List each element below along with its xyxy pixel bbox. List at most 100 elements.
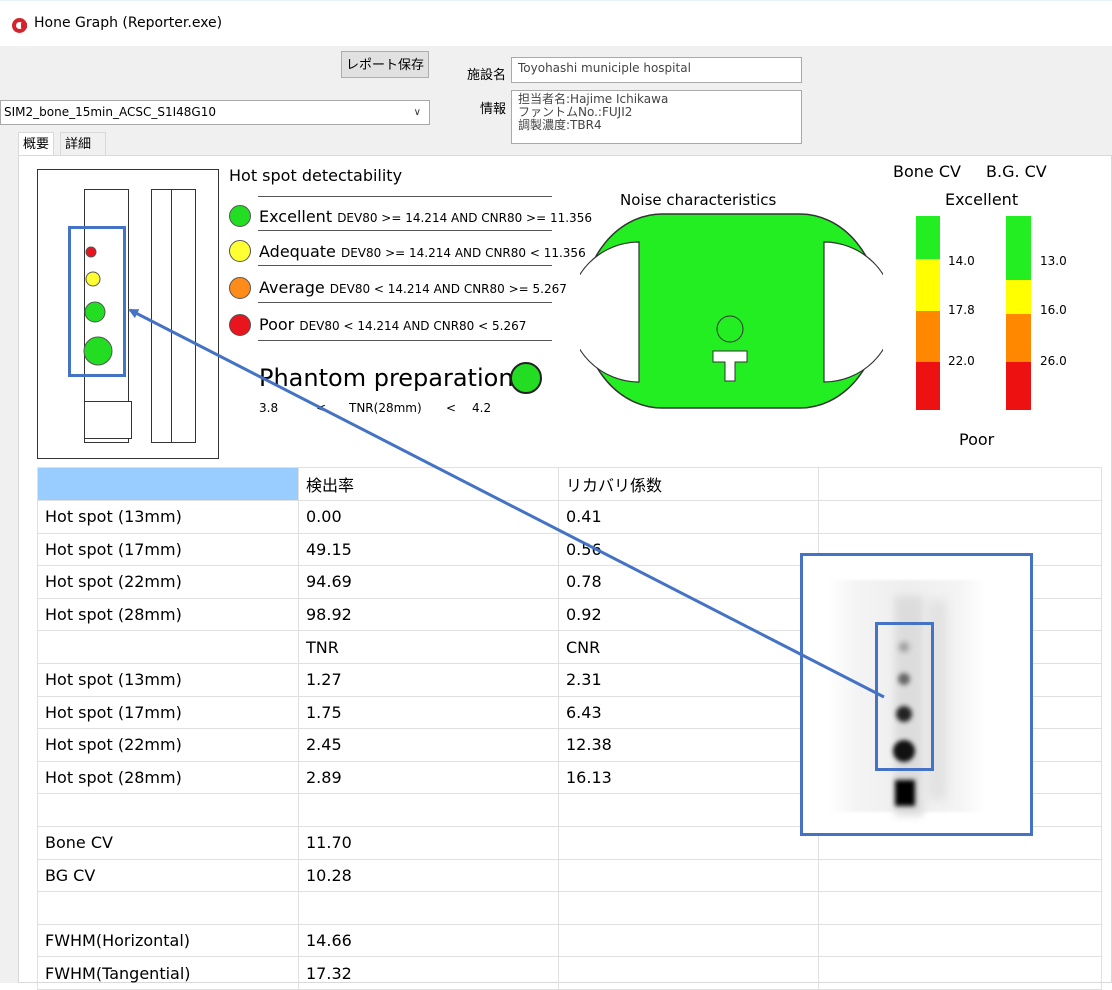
legend-divider bbox=[258, 230, 552, 231]
table-cell[interactable] bbox=[558, 793, 819, 827]
bg-threshold-3: 26.0 bbox=[1040, 354, 1067, 368]
table-cell[interactable] bbox=[298, 891, 559, 925]
legend-divider bbox=[258, 196, 552, 197]
scale-bottom-label: Poor bbox=[959, 430, 995, 449]
table-cell[interactable] bbox=[558, 825, 819, 860]
tab-details[interactable]: 詳細 bbox=[60, 132, 106, 155]
table-cell[interactable] bbox=[37, 467, 299, 501]
table-cell[interactable]: Hot spot (28mm) bbox=[37, 597, 299, 632]
table-cell[interactable]: 16.13 bbox=[558, 760, 819, 795]
table-cell[interactable]: Hot spot (13mm) bbox=[37, 662, 299, 697]
table-cell[interactable]: 0.56 bbox=[558, 532, 819, 567]
legend-divider bbox=[258, 265, 552, 266]
table-cell[interactable] bbox=[558, 956, 819, 990]
pet-image-base bbox=[895, 780, 915, 806]
inset-highlight-box bbox=[875, 622, 934, 771]
table-cell[interactable]: 10.28 bbox=[298, 858, 559, 893]
table-cell[interactable] bbox=[818, 858, 1102, 893]
table-cell[interactable]: Hot spot (17mm) bbox=[37, 532, 299, 567]
table-row[interactable] bbox=[37, 891, 1102, 925]
tnr-lt-1: < bbox=[316, 401, 327, 415]
table-cell[interactable] bbox=[818, 923, 1102, 958]
facility-field[interactable]: Toyohashi municiple hospital bbox=[511, 57, 802, 83]
tnr-low: 3.8 bbox=[259, 401, 279, 415]
app-icon bbox=[12, 18, 27, 33]
table-cell[interactable] bbox=[558, 891, 819, 925]
poor-criteria: DEV80 < 14.214 AND CNR80 < 5.267 bbox=[299, 319, 527, 333]
legend-average: Average DEV80 < 14.214 AND CNR80 >= 5.26… bbox=[259, 278, 567, 297]
table-cell[interactable]: Bone CV bbox=[37, 825, 299, 860]
table-cell[interactable]: 1.75 bbox=[298, 695, 559, 730]
table-cell[interactable] bbox=[37, 793, 299, 827]
table-cell[interactable]: 0.00 bbox=[298, 500, 559, 534]
average-dot bbox=[229, 277, 251, 299]
bone-cv-label: Bone CV bbox=[893, 162, 961, 181]
bg-threshold-1: 13.0 bbox=[1040, 254, 1067, 268]
bone-threshold-1: 14.0 bbox=[948, 254, 975, 268]
table-cell[interactable]: 2.45 bbox=[298, 728, 559, 762]
excellent-criteria: DEV80 >= 14.214 AND CNR80 >= 11.356 bbox=[337, 211, 592, 225]
table-cell[interactable]: 14.66 bbox=[298, 923, 559, 958]
noise-title: Noise characteristics bbox=[620, 191, 777, 209]
table-cell[interactable] bbox=[818, 500, 1102, 534]
table-cell[interactable]: 11.70 bbox=[298, 825, 559, 860]
table-cell[interactable]: CNR bbox=[558, 630, 819, 664]
table-cell[interactable]: 17.32 bbox=[298, 956, 559, 990]
table-cell[interactable]: BG CV bbox=[37, 858, 299, 893]
table-cell[interactable]: FWHM(Horizontal) bbox=[37, 923, 299, 958]
tab-overview[interactable]: 概要 bbox=[18, 132, 54, 155]
table-cell[interactable] bbox=[558, 858, 819, 893]
dataset-select[interactable]: SIM2_bone_15min_ACSC_S1I48G10 ∨ bbox=[0, 100, 430, 125]
table-cell[interactable]: Hot spot (28mm) bbox=[37, 760, 299, 795]
table-cell[interactable]: Hot spot (17mm) bbox=[37, 695, 299, 730]
table-cell[interactable] bbox=[818, 467, 1102, 501]
table-cell[interactable]: 1.27 bbox=[298, 662, 559, 697]
table-cell[interactable] bbox=[37, 630, 299, 664]
table-row[interactable]: BG CV 10.28 bbox=[37, 858, 1102, 893]
table-cell[interactable]: 2.31 bbox=[558, 662, 819, 697]
table-row[interactable]: Hot spot (13mm) 0.00 0.41 bbox=[37, 500, 1102, 534]
table-cell[interactable]: 12.38 bbox=[558, 728, 819, 762]
table-row[interactable]: FWHM(Horizontal) 14.66 bbox=[37, 923, 1102, 958]
table-cell[interactable] bbox=[558, 923, 819, 958]
table-cell[interactable]: TNR bbox=[298, 630, 559, 664]
legend-divider bbox=[258, 302, 552, 303]
table-cell[interactable]: 0.78 bbox=[558, 565, 819, 599]
table-cell[interactable]: Hot spot (22mm) bbox=[37, 728, 299, 762]
table-header-row[interactable]: 検出率 リカバリ係数 bbox=[37, 467, 1102, 501]
average-criteria: DEV80 < 14.214 AND CNR80 >= 5.267 bbox=[329, 282, 567, 296]
table-cell[interactable] bbox=[818, 956, 1102, 990]
phantom-prep-status-dot bbox=[510, 362, 542, 394]
cv-color-scale bbox=[916, 216, 1031, 410]
adequate-dot bbox=[229, 240, 251, 262]
table-cell[interactable]: 検出率 bbox=[298, 467, 559, 501]
table-cell[interactable]: 0.41 bbox=[558, 500, 819, 534]
table-cell[interactable] bbox=[37, 891, 299, 925]
table-cell[interactable]: 6.43 bbox=[558, 695, 819, 730]
info-field[interactable]: 担当者名:Hajime Ichikawa ファントムNo.:FUJI2 調製濃度… bbox=[511, 90, 802, 144]
bone-threshold-2: 17.8 bbox=[948, 303, 975, 317]
legend-divider bbox=[258, 340, 552, 341]
table-row[interactable]: FWHM(Tangential) 17.32 bbox=[37, 956, 1102, 990]
table-cell[interactable]: Hot spot (13mm) bbox=[37, 500, 299, 534]
facility-label: 施設名 bbox=[467, 68, 507, 83]
schematic-highlight-box bbox=[68, 226, 126, 377]
save-report-button[interactable]: レポート保存 bbox=[341, 51, 429, 78]
table-cell[interactable] bbox=[818, 891, 1102, 925]
tnr-high: 4.2 bbox=[472, 401, 492, 415]
poor-dot bbox=[229, 314, 251, 336]
table-cell[interactable]: 0.92 bbox=[558, 597, 819, 632]
table-cell[interactable]: FWHM(Tangential) bbox=[37, 956, 299, 990]
phantom-prep-title: Phantom preparation bbox=[259, 364, 514, 392]
excellent-dot bbox=[229, 205, 251, 227]
table-cell[interactable] bbox=[298, 793, 559, 827]
table-cell[interactable]: Hot spot (22mm) bbox=[37, 565, 299, 599]
table-cell[interactable]: 94.69 bbox=[298, 565, 559, 599]
table-cell[interactable]: 2.89 bbox=[298, 760, 559, 795]
dataset-select-value: SIM2_bone_15min_ACSC_S1I48G10 bbox=[4, 105, 216, 119]
table-cell[interactable]: リカバリ係数 bbox=[558, 467, 819, 501]
table-cell[interactable]: 49.15 bbox=[298, 532, 559, 567]
table-cell[interactable]: 98.92 bbox=[298, 597, 559, 632]
tnr-label: TNR(28mm) bbox=[349, 401, 422, 415]
phantom-schematic bbox=[37, 169, 219, 459]
